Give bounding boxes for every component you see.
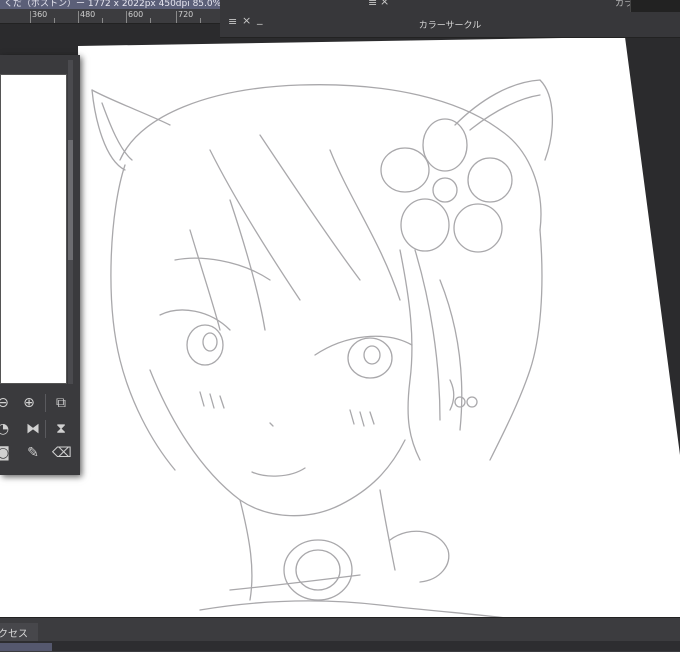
color-circle-panel: ≡ × _ ≡ × カラーヒストリー カラーサークル [220,0,680,38]
bottom-strip [0,641,680,651]
panel-grip-icon[interactable]: ≡ [368,0,377,9]
toolbar-divider [45,420,46,438]
paper-sheet [0,37,680,651]
ruler-tick [54,18,55,23]
flip-vertical-icon[interactable]: ⧗ [52,420,70,438]
navigator-toolbar: ⊖ ⊕ ⧉ ◔ ⧓ ⧗ ◙ ✎ ⌫ [0,384,80,474]
document-title: くだ（ボストン）ー 1772 x 2022px 450dpi 85.0%) [4,0,225,9]
flip-horizontal-icon[interactable]: ⧓ [24,420,42,438]
rotate-icon[interactable]: ◔ [0,420,12,438]
toolbar-divider [45,394,46,412]
ruler-label: 480 [80,10,96,19]
ruler-tick [102,18,103,23]
ruler-tick [200,18,201,23]
history-close-icon[interactable]: × [380,0,389,8]
fit-icon[interactable]: ⧉ [52,394,70,412]
panel-tab[interactable] [630,0,680,12]
trash-icon[interactable]: ⌫ [52,444,72,462]
ruler-tick [78,11,79,23]
ruler-tick [30,11,31,23]
ruler-label: 360 [32,10,48,19]
navigator-preview[interactable] [0,74,67,384]
ruler-tick [126,11,127,23]
ruler-tick [150,18,151,23]
zoom-out-icon[interactable]: ⊖ [0,394,12,412]
quick-access-label: クセス [0,629,28,640]
navigator-scroll-thumb[interactable] [68,140,73,260]
ruler-label: 720 [178,10,194,19]
zoom-in-icon[interactable]: ⊕ [20,394,38,412]
edit-icon[interactable]: ✎ [24,444,42,462]
ruler-tick [176,11,177,23]
color-circle-title: カラーサークル [418,21,482,31]
drawing-canvas[interactable] [0,0,680,651]
active-tab-indicator [0,643,52,651]
ruler-label: 600 [128,10,144,19]
quick-access-tab[interactable]: クセス [0,623,38,641]
document-title-bar: くだ（ボストン）ー 1772 x 2022px 450dpi 85.0%) [0,0,250,9]
camera-icon[interactable]: ◙ [0,444,12,462]
